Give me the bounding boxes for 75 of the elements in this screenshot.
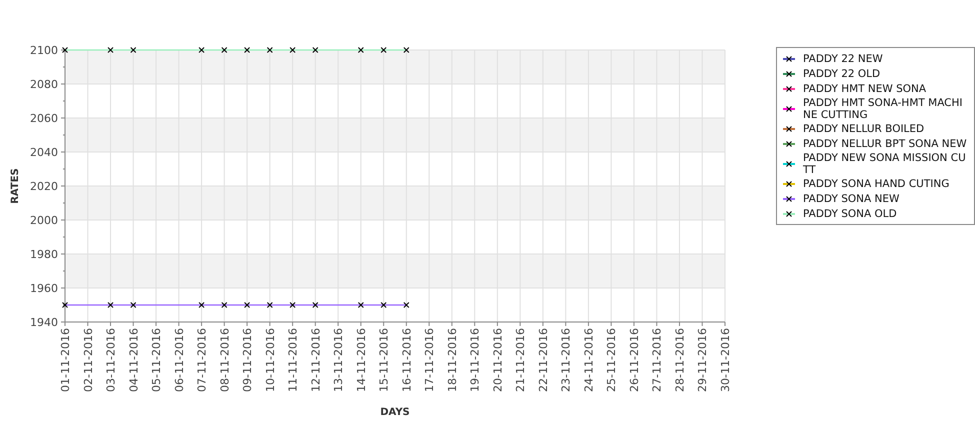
x-tick-label: 14-11-2016 xyxy=(354,328,368,392)
x-tick-label: 09-11-2016 xyxy=(241,328,254,392)
data-point-marker xyxy=(62,47,68,53)
x-tick-label: 05-11-2016 xyxy=(150,328,164,392)
x-tick-label: 28-11-2016 xyxy=(673,328,686,392)
x-tick-label: 13-11-2016 xyxy=(332,328,346,392)
data-point-marker xyxy=(198,47,205,53)
data-point-marker xyxy=(130,47,136,53)
data-point-marker xyxy=(108,302,114,308)
data-point-marker xyxy=(380,47,387,53)
y-tick-label: 1940 xyxy=(30,316,58,329)
data-point-marker xyxy=(312,47,318,53)
legend-label: PADDY 22 NEW xyxy=(803,52,884,64)
x-tick-label: 16-11-2016 xyxy=(400,328,414,392)
legend-label: PADDY NEW SONA MISSION CUTT xyxy=(803,152,967,176)
legend-label: PADDY HMT NEW SONA xyxy=(803,82,928,94)
x-tick-label: 29-11-2016 xyxy=(696,328,710,392)
x-tick-label: 02-11-2016 xyxy=(82,328,95,392)
x-tick-label: 08-11-2016 xyxy=(218,328,232,392)
data-point-marker xyxy=(198,302,205,308)
x-axis-title: DAYS xyxy=(380,407,410,418)
x-tick-label: 24-11-2016 xyxy=(582,328,596,392)
legend-label: PADDY SONA NEW xyxy=(803,192,900,204)
data-point-marker xyxy=(244,302,250,308)
x-tick-label: 21-11-2016 xyxy=(514,328,528,392)
data-point-marker xyxy=(290,47,296,53)
data-point-marker xyxy=(108,47,114,53)
data-point-marker xyxy=(312,302,318,308)
legend-label: PADDY HMT SONA-HMT MACHINE CUTTING xyxy=(803,96,964,120)
y-tick-label: 2020 xyxy=(30,180,58,193)
x-tick-label: 01-11-2016 xyxy=(59,328,72,392)
x-tick-label: 20-11-2016 xyxy=(491,328,504,392)
data-point-marker xyxy=(221,47,228,53)
x-tick-label: 06-11-2016 xyxy=(172,328,186,392)
x-tick-label: 07-11-2016 xyxy=(196,328,209,392)
data-point-marker xyxy=(290,302,296,308)
x-tick-label: 18-11-2016 xyxy=(446,328,459,392)
data-point-marker xyxy=(358,302,364,308)
data-point-marker xyxy=(221,302,228,308)
x-tick-label: 30-11-2016 xyxy=(719,328,732,392)
y-tick-label: 1980 xyxy=(30,248,58,261)
x-tick-label: 04-11-2016 xyxy=(127,328,140,392)
data-point-marker xyxy=(266,302,273,308)
y-tick-label: 2040 xyxy=(30,146,58,159)
data-point-marker xyxy=(380,302,387,308)
x-tick-label: 17-11-2016 xyxy=(423,328,436,392)
y-tick-label: 2080 xyxy=(30,78,58,91)
x-tick-label: 15-11-2016 xyxy=(378,328,391,392)
data-point-marker xyxy=(266,47,273,53)
data-point-marker xyxy=(403,302,410,308)
y-tick-label: 1960 xyxy=(30,282,58,295)
y-tick-label: 2000 xyxy=(30,214,58,227)
x-tick-label: 19-11-2016 xyxy=(468,328,482,392)
y-tick-label: 2060 xyxy=(30,112,58,125)
data-point-marker xyxy=(403,47,410,53)
legend-label: PADDY SONA HAND CUTING xyxy=(803,178,950,190)
x-tick-label: 03-11-2016 xyxy=(104,328,118,392)
x-tick-label: 25-11-2016 xyxy=(605,328,618,392)
x-tick-label: 11-11-2016 xyxy=(286,328,300,392)
x-tick-label: 22-11-2016 xyxy=(536,328,550,392)
data-point-marker xyxy=(244,47,250,53)
x-tick-label: 23-11-2016 xyxy=(560,328,573,392)
legend-label: PADDY NELLUR BPT SONA NEW xyxy=(803,138,968,150)
y-axis-title: RATES xyxy=(10,168,21,204)
x-tick-label: 27-11-2016 xyxy=(650,328,664,392)
legend-label: PADDY 22 OLD xyxy=(803,68,882,80)
x-tick-label: 26-11-2016 xyxy=(628,328,641,392)
x-tick-label: 12-11-2016 xyxy=(309,328,322,392)
data-point-marker xyxy=(62,302,68,308)
y-tick-label: 2100 xyxy=(30,44,58,57)
legend-label: PADDY SONA OLD xyxy=(803,208,898,220)
x-tick-label: 10-11-2016 xyxy=(264,328,277,392)
data-point-marker xyxy=(358,47,364,53)
data-point-marker xyxy=(130,302,136,308)
legend-label: PADDY NELLUR BOILED xyxy=(803,122,926,134)
